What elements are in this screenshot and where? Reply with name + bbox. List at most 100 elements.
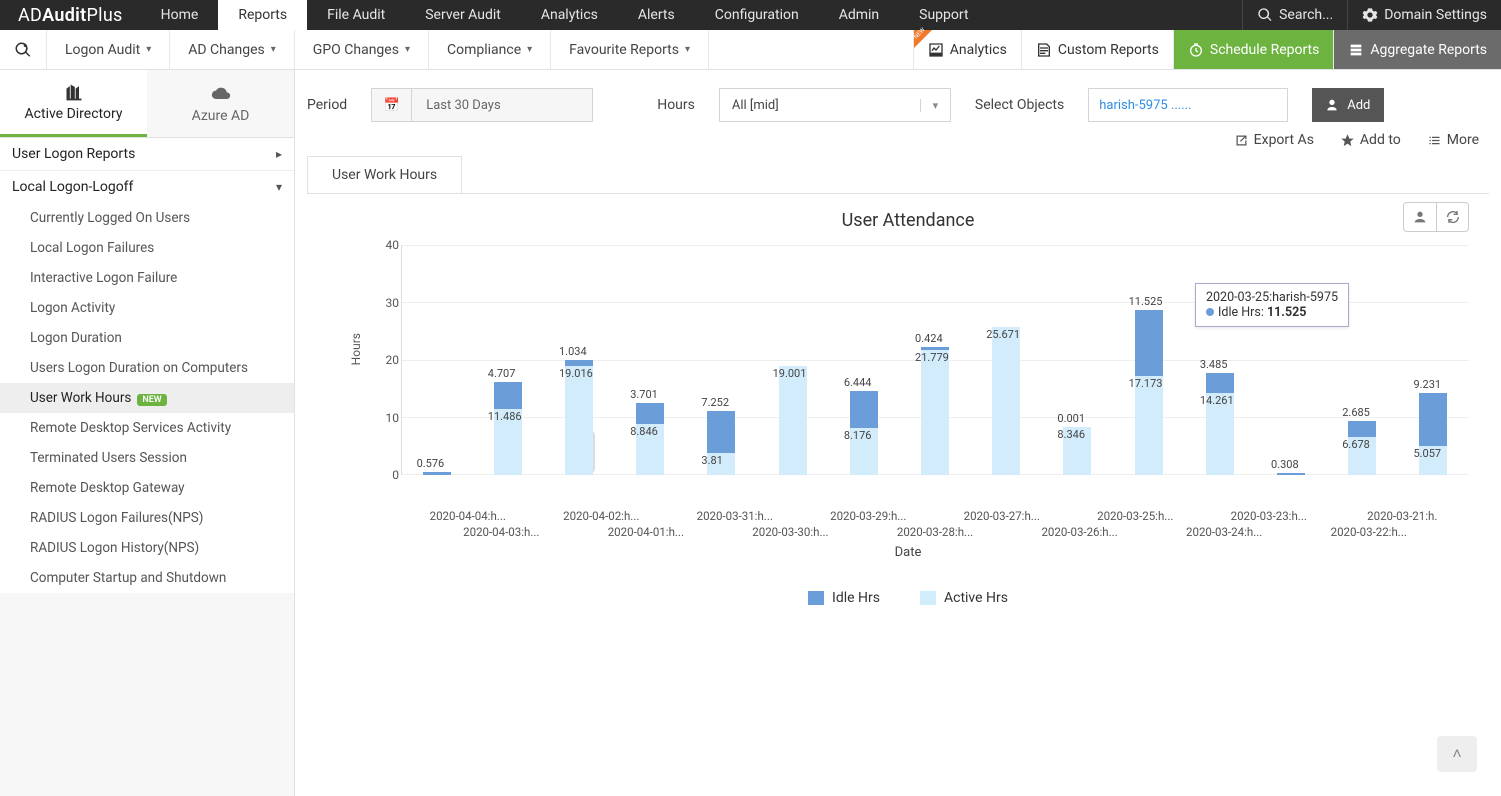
topnav-reports[interactable]: Reports: [218, 0, 307, 30]
topnav-analytics[interactable]: Analytics: [521, 0, 618, 30]
subnav-logon-audit[interactable]: Logon Audit▾: [47, 30, 170, 69]
xtick: 2020-04-04:h...: [401, 509, 535, 523]
bar-2020-03-29:h...[interactable]: 6.4448.176: [828, 391, 899, 475]
bar-2020-04-04:h...[interactable]: 0.576: [401, 472, 472, 475]
sidebar-item-terminated-users-session[interactable]: Terminated Users Session: [0, 443, 294, 473]
x-axis: 2020-04-04:h...2020-04-02:h...2020-03-31…: [401, 509, 1469, 539]
sidebar-item-currently-logged-on-users[interactable]: Currently Logged On Users: [0, 203, 294, 233]
subnav-favourite-reports[interactable]: Favourite Reports▾: [551, 30, 709, 69]
clock-icon: [1188, 42, 1204, 58]
tab-active-directory[interactable]: Active Directory: [0, 70, 147, 137]
bar-2020-03-31:h...[interactable]: 7.2523.81: [686, 411, 757, 475]
topnav-home[interactable]: Home: [141, 0, 219, 30]
objects-input[interactable]: harish-5975 ......: [1088, 88, 1288, 122]
cloud-icon: [207, 84, 235, 104]
xtick: 2020-03-21:h.: [1336, 509, 1470, 523]
sidebar-item-computer-startup-and-shutdown[interactable]: Computer Startup and Shutdown: [0, 563, 294, 593]
filter-bar: Period 📅 Last 30 Days Hours All [mid] ▾ …: [307, 88, 1489, 122]
section-local-logon-logoff[interactable]: Local Logon-Logoff ▾: [0, 171, 294, 203]
hours-select[interactable]: All [mid] ▾: [719, 88, 951, 122]
xtick: 2020-03-29:h...: [802, 509, 936, 523]
bar-2020-04-03:h...[interactable]: 4.70711.486: [472, 382, 543, 475]
tab-azure-ad[interactable]: Azure AD: [147, 70, 294, 137]
export-label: Export As: [1254, 132, 1314, 148]
main-content: ◂ Period 📅 Last 30 Days Hours All [mid] …: [295, 70, 1501, 796]
objects-value: harish-5975 ......: [1099, 98, 1191, 113]
topnav-configuration[interactable]: Configuration: [695, 0, 819, 30]
search-link[interactable]: Search...: [1242, 0, 1347, 30]
user-view-icon[interactable]: [1404, 203, 1436, 231]
bar-2020-04-02:h...[interactable]: 1.03419.016: [543, 360, 614, 475]
period-picker[interactable]: 📅 Last 30 Days: [371, 88, 593, 122]
objects-label: Select Objects: [975, 97, 1064, 113]
topnav-admin[interactable]: Admin: [819, 0, 899, 30]
period-label: Period: [307, 97, 347, 113]
addto-label: Add to: [1360, 132, 1401, 148]
legend-idle[interactable]: Idle Hrs: [808, 590, 880, 606]
bar-2020-03-24:h...[interactable]: 3.48514.261: [1184, 373, 1255, 475]
export-button[interactable]: Export As: [1234, 132, 1314, 148]
schedule-reports-button[interactable]: Schedule Reports: [1173, 30, 1333, 69]
sidebar-item-remote-desktop-gateway[interactable]: Remote Desktop Gateway: [0, 473, 294, 503]
domain-settings-link[interactable]: Domain Settings: [1347, 0, 1501, 30]
topnav-support[interactable]: Support: [899, 0, 988, 30]
sidebar-item-remote-desktop-services-activity[interactable]: Remote Desktop Services Activity: [0, 413, 294, 443]
add-to-button[interactable]: Add to: [1340, 132, 1401, 148]
add-user-icon: [1326, 97, 1342, 113]
period-value: Last 30 Days: [412, 89, 592, 121]
bar-2020-03-21:h.[interactable]: 9.2315.057: [1398, 393, 1469, 475]
legend-active[interactable]: Active Hrs: [920, 590, 1008, 606]
sidebar-item-users-logon-duration-on-computers[interactable]: Users Logon Duration on Computers: [0, 353, 294, 383]
xtick: 2020-03-24:h...: [1152, 525, 1297, 539]
analytics-button[interactable]: Analytics: [913, 30, 1021, 69]
domain-settings-label: Domain Settings: [1384, 7, 1487, 23]
sidebar-item-radius-logon-failures-nps-[interactable]: RADIUS Logon Failures(NPS): [0, 503, 294, 533]
sidebar-item-logon-activity[interactable]: Logon Activity: [0, 293, 294, 323]
xtick: 2020-04-01:h...: [574, 525, 719, 539]
bar-2020-03-28:h...[interactable]: 0.42421.779: [899, 347, 970, 475]
xtick: 2020-03-27:h...: [935, 509, 1069, 523]
topnav-alerts[interactable]: Alerts: [618, 0, 695, 30]
subnav-ad-changes[interactable]: AD Changes▾: [170, 30, 295, 69]
chart-bars: 0.5764.70711.4861.03419.0163.7018.8467.2…: [401, 245, 1469, 475]
sidebar-item-local-logon-failures[interactable]: Local Logon Failures: [0, 233, 294, 263]
chart-tooltip: 2020-03-25:harish-5975 Idle Hrs: 11.525: [1195, 283, 1349, 327]
bar-2020-03-22:h...[interactable]: 2.6856.678: [1327, 421, 1398, 475]
aggregate-reports-button[interactable]: Aggregate Reports: [1333, 30, 1501, 69]
bar-2020-03-26:h...[interactable]: 0.0018.346: [1042, 427, 1113, 475]
chart-tab[interactable]: User Work Hours: [307, 156, 462, 193]
bar-2020-03-30:h...[interactable]: 19.001: [757, 366, 828, 475]
scroll-top-button[interactable]: ˄: [1437, 736, 1477, 772]
subnav-gpo-changes[interactable]: GPO Changes▾: [295, 30, 429, 69]
schedule-reports-label: Schedule Reports: [1210, 42, 1319, 58]
swatch-active: [920, 591, 936, 605]
legend-active-label: Active Hrs: [944, 590, 1008, 606]
add-button[interactable]: Add: [1312, 88, 1384, 122]
chart-title: User Attendance: [347, 210, 1469, 231]
custom-reports-icon: [1036, 42, 1052, 58]
add-label: Add: [1347, 98, 1370, 113]
topnav-file-audit[interactable]: File Audit: [307, 0, 405, 30]
tooltip-header: 2020-03-25:harish-5975: [1206, 290, 1338, 305]
sidebar-item-radius-logon-history-nps-[interactable]: RADIUS Logon History(NPS): [0, 533, 294, 563]
section-user-logon-reports[interactable]: User Logon Reports ▸: [0, 138, 294, 171]
aggregate-reports-label: Aggregate Reports: [1370, 42, 1487, 58]
sidebar-item-logon-duration[interactable]: Logon Duration: [0, 323, 294, 353]
report-search-icon[interactable]: [0, 30, 47, 69]
xtick: 2020-03-30:h...: [718, 525, 863, 539]
sidebar-item-user-work-hours[interactable]: User Work HoursNEW: [0, 383, 294, 413]
refresh-chart-icon[interactable]: [1436, 203, 1468, 231]
bar-2020-03-23:h...[interactable]: 0.308: [1255, 473, 1326, 475]
search-label: Search...: [1279, 7, 1333, 23]
subnav-compliance[interactable]: Compliance▾: [429, 30, 551, 69]
topnav-server-audit[interactable]: Server Audit: [405, 0, 521, 30]
chart-tools: [1403, 202, 1469, 232]
bar-2020-03-25:h...[interactable]: 11.52517.173: [1113, 310, 1184, 475]
bar-2020-03-27:h...[interactable]: 25.671: [971, 327, 1042, 475]
bar-2020-04-01:h...[interactable]: 3.7018.846: [615, 403, 686, 475]
x-axis-label: Date: [347, 545, 1469, 560]
chevron-down-icon: ▾: [276, 180, 282, 194]
custom-reports-button[interactable]: Custom Reports: [1021, 30, 1173, 69]
more-button[interactable]: More: [1427, 132, 1479, 148]
sidebar-item-interactive-logon-failure[interactable]: Interactive Logon Failure: [0, 263, 294, 293]
